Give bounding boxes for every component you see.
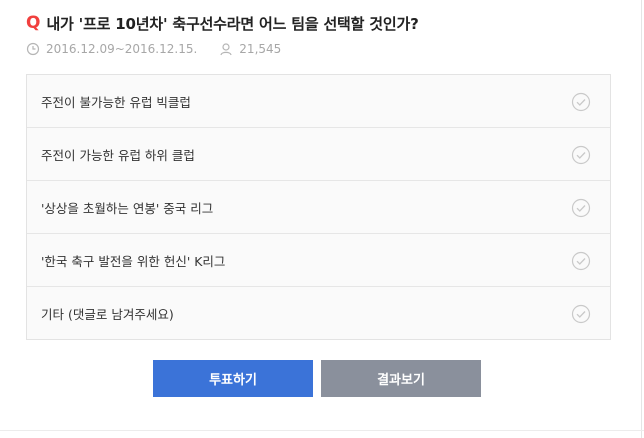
title-row: Q 내가 '프로 10년차' 축구선수라면 어느 팀을 선택할 것인가? <box>26 12 624 34</box>
view-results-button[interactable]: 결과보기 <box>321 360 481 397</box>
poll-option[interactable]: 주전이 불가능한 유럽 빅클럽 <box>27 75 610 127</box>
check-circle-icon[interactable] <box>571 304 591 324</box>
poll-option[interactable]: 기타 (댓글로 남겨주세요) <box>27 286 610 339</box>
check-circle-icon[interactable] <box>571 92 591 112</box>
poll-option-label: '한국 축구 발전을 위한 헌신' K리그 <box>41 253 226 269</box>
bottom-divider <box>0 430 644 431</box>
participant-count: 21,545 <box>239 42 282 56</box>
poll-option-label: 주전이 가능한 유럽 하위 클럽 <box>41 147 195 163</box>
poll-options: 주전이 불가능한 유럽 빅클럽 주전이 가능한 유럽 하위 클럽 '상상을 초월… <box>26 74 611 340</box>
poll-actions: 투표하기 결과보기 <box>153 360 481 397</box>
check-circle-icon[interactable] <box>571 198 591 218</box>
vote-button[interactable]: 투표하기 <box>153 360 313 397</box>
right-border <box>641 0 642 438</box>
poll-meta: 2016.12.09~2016.12.15. 21,545 <box>26 40 624 58</box>
question-badge: Q <box>26 13 41 33</box>
poll-date-range: 2016.12.09~2016.12.15. <box>46 42 198 56</box>
check-circle-icon[interactable] <box>571 251 591 271</box>
poll-option-label: 주전이 불가능한 유럽 빅클럽 <box>41 94 191 110</box>
clock-icon <box>26 42 40 56</box>
poll-option[interactable]: '상상을 초월하는 연봉' 중국 리그 <box>27 180 610 233</box>
poll-header: Q 내가 '프로 10년차' 축구선수라면 어느 팀을 선택할 것인가? 201… <box>26 12 624 58</box>
poll-option-label: '상상을 초월하는 연봉' 중국 리그 <box>41 200 214 216</box>
person-icon <box>219 42 233 56</box>
poll-title: 내가 '프로 10년차' 축구선수라면 어느 팀을 선택할 것인가? <box>46 14 419 33</box>
poll-option[interactable]: 주전이 가능한 유럽 하위 클럽 <box>27 127 610 180</box>
poll-option-label: 기타 (댓글로 남겨주세요) <box>41 306 174 322</box>
poll-option[interactable]: '한국 축구 발전을 위한 헌신' K리그 <box>27 233 610 286</box>
check-circle-icon[interactable] <box>571 145 591 165</box>
